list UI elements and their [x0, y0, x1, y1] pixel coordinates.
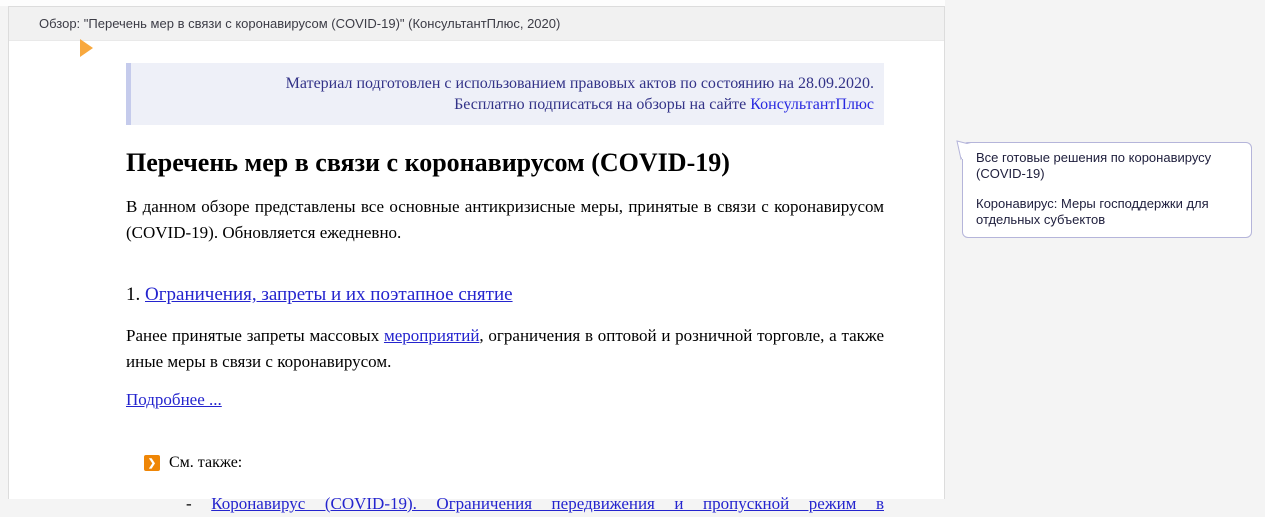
- section-1-body: Ранее принятые запреты массовых мероприя…: [126, 323, 884, 375]
- notice-box: Материал подготовлен с использованием пр…: [126, 63, 884, 125]
- see-also-dash: -: [186, 494, 211, 513]
- tooltip-link-state-support[interactable]: Коронавирус: Меры господдержки для отдел…: [976, 196, 1239, 228]
- tooltip-link-ready-solutions[interactable]: Все готовые решения по коронавирусу (COV…: [976, 150, 1239, 182]
- related-links-tooltip: Все готовые решения по коронавирусу (COV…: [962, 142, 1252, 238]
- document-panel: Обзор: "Перечень мер в связи с коронавир…: [8, 6, 945, 499]
- document-heading: Перечень мер в связи с коронавирусом (CO…: [126, 148, 884, 178]
- document-titlebar-text: Обзор: "Перечень мер в связи с коронавир…: [39, 16, 560, 31]
- meropriyatiy-link[interactable]: мероприятий: [384, 326, 479, 345]
- see-also-label: См. также:: [169, 454, 242, 472]
- chevron-right-icon: ❯: [144, 455, 160, 471]
- section-1-body-text-before: Ранее принятые запреты массовых: [126, 326, 384, 345]
- see-also-row: ❯ См. также:: [144, 454, 884, 472]
- intro-paragraph: В данном обзоре представлены все основны…: [126, 194, 884, 246]
- tooltip-tail-icon: [954, 140, 976, 162]
- notice-line-2-text: Бесплатно подписаться на обзоры на сайте: [454, 96, 750, 113]
- see-also-link[interactable]: Коронавирус (COVID-19). Ограничения пере…: [211, 494, 884, 513]
- notice-line-1: Материал подготовлен с использованием пр…: [151, 73, 874, 94]
- section-1-title-link[interactable]: Ограничения, запреты и их поэтапное снят…: [145, 284, 513, 305]
- see-also-link-row: - Коронавирус (COVID-19). Ограничения пе…: [186, 491, 884, 517]
- document-content: Материал подготовлен с использованием пр…: [9, 41, 944, 517]
- consultantplus-site-link[interactable]: КонсультантПлюс: [750, 96, 874, 113]
- more-row: Подробнее ...: [126, 390, 884, 410]
- notice-line-2: Бесплатно подписаться на обзоры на сайте…: [151, 94, 874, 115]
- current-position-marker-icon: [80, 39, 93, 57]
- document-titlebar: Обзор: "Перечень мер в связи с коронавир…: [9, 7, 944, 41]
- more-link[interactable]: Подробнее ...: [126, 390, 222, 409]
- section-1-heading: 1. Ограничения, запреты и их поэтапное с…: [126, 283, 884, 306]
- section-1-number: 1.: [126, 284, 145, 305]
